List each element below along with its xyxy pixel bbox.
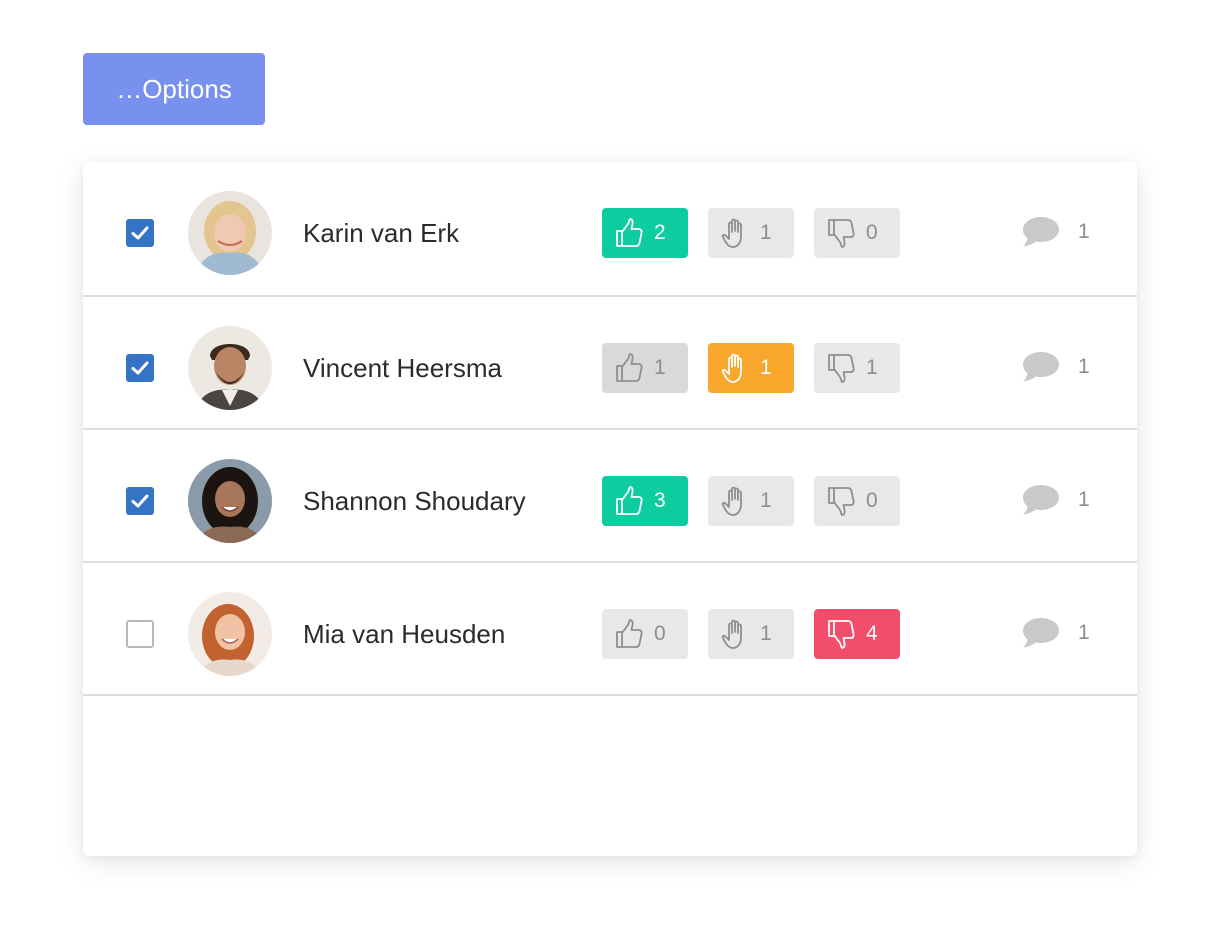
thumbs-up-icon [616, 218, 643, 247]
thumbs-down-count: 0 [866, 489, 878, 512]
avatar [188, 191, 272, 275]
comment-count: 1 [1078, 621, 1090, 644]
raised-hand-count: 1 [760, 356, 772, 379]
participant-row: Karin van Erk 2 1 0 1 [83, 162, 1137, 297]
participant-row: Mia van Heusden 0 1 4 1 [83, 563, 1137, 696]
participant-row: Shannon Shoudary 3 1 0 1 [83, 430, 1137, 563]
thumbs-down-icon [828, 354, 855, 383]
thumbs-down-icon [828, 487, 855, 516]
comment-count: 1 [1078, 355, 1090, 378]
avatar [188, 459, 272, 543]
thumbs-down-count: 4 [866, 622, 878, 645]
comment-bubble-icon [1023, 485, 1059, 515]
raised-hand-icon [721, 619, 742, 649]
raised-hand-icon [721, 218, 742, 248]
thumbs-up-count: 0 [654, 622, 666, 645]
thumbs-up-button[interactable]: 1 [602, 343, 688, 393]
select-checkbox[interactable] [126, 620, 154, 648]
thumbs-up-count: 2 [654, 221, 666, 244]
comment-bubble-icon [1023, 618, 1059, 648]
raised-hand-button[interactable]: 1 [708, 343, 794, 393]
select-checkbox[interactable] [126, 487, 154, 515]
participant-name: Mia van Heusden [303, 619, 506, 649]
comment-bubble-icon [1023, 352, 1059, 382]
thumbs-down-icon [828, 620, 855, 649]
participants-card: Karin van Erk 2 1 0 1 Vincent Heersma 1 … [83, 162, 1137, 856]
thumbs-up-icon [616, 353, 643, 382]
raised-hand-count: 1 [760, 489, 772, 512]
checkmark-icon [131, 494, 149, 508]
raised-hand-icon [721, 353, 742, 383]
raised-hand-count: 1 [760, 221, 772, 244]
raised-hand-count: 1 [760, 622, 772, 645]
thumbs-down-button[interactable]: 0 [814, 208, 900, 258]
thumbs-down-button[interactable]: 1 [814, 343, 900, 393]
comment-bubble-icon [1023, 217, 1059, 247]
comments-button[interactable]: 1 [1020, 615, 1090, 651]
thumbs-up-icon [616, 486, 643, 515]
participant-row: Vincent Heersma 1 1 1 1 [83, 297, 1137, 430]
raised-hand-button[interactable]: 1 [708, 609, 794, 659]
comment-count: 1 [1078, 488, 1090, 511]
thumbs-up-button[interactable]: 2 [602, 208, 688, 258]
checkmark-icon [131, 226, 149, 240]
thumbs-up-icon [616, 619, 643, 648]
comments-button[interactable]: 1 [1020, 349, 1090, 385]
select-checkbox[interactable] [126, 219, 154, 247]
participant-name: Vincent Heersma [303, 353, 502, 383]
comments-button[interactable]: 1 [1020, 214, 1090, 250]
thumbs-down-button[interactable]: 4 [814, 609, 900, 659]
thumbs-up-count: 3 [654, 489, 666, 512]
avatar [188, 326, 272, 410]
comment-count: 1 [1078, 220, 1090, 243]
options-button[interactable]: …Options [83, 53, 265, 125]
thumbs-up-button[interactable]: 0 [602, 609, 688, 659]
participant-name: Karin van Erk [303, 218, 460, 248]
checkmark-icon [131, 361, 149, 375]
comments-button[interactable]: 1 [1020, 482, 1090, 518]
select-checkbox[interactable] [126, 354, 154, 382]
thumbs-down-button[interactable]: 0 [814, 476, 900, 526]
raised-hand-icon [721, 486, 742, 516]
thumbs-up-count: 1 [654, 356, 666, 379]
raised-hand-button[interactable]: 1 [708, 208, 794, 258]
thumbs-down-count: 1 [866, 356, 878, 379]
thumbs-down-icon [828, 219, 855, 248]
thumbs-up-button[interactable]: 3 [602, 476, 688, 526]
raised-hand-button[interactable]: 1 [708, 476, 794, 526]
participant-name: Shannon Shoudary [303, 486, 526, 516]
thumbs-down-count: 0 [866, 221, 878, 244]
avatar [188, 592, 272, 676]
